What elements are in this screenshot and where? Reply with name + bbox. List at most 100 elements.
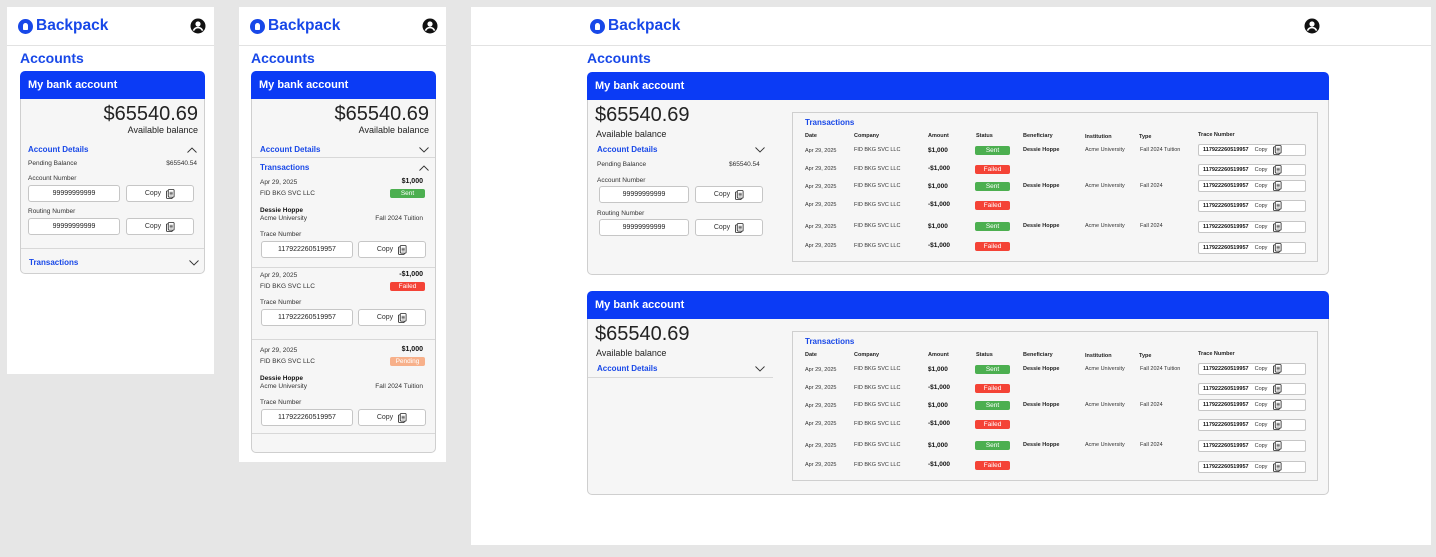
status-badge-failed: Failed <box>975 384 1010 393</box>
account-header[interactable]: My bank account <box>20 71 205 99</box>
trace-number-field[interactable]: 117922260519957 <box>261 309 353 326</box>
status-badge-sent: Sent <box>975 401 1010 410</box>
account-header[interactable]: My bank account <box>251 71 436 99</box>
copy-trace-button[interactable]: Copy <box>358 241 426 258</box>
cell-beneficiary: Dessie Hoppe <box>1023 183 1060 189</box>
user-profile-icon[interactable] <box>422 18 438 34</box>
tx-company: FID BKG SVC LLC <box>260 190 315 197</box>
chevron-down-icon[interactable] <box>189 260 199 266</box>
logo[interactable]: Backpack <box>590 17 680 35</box>
copy-label[interactable]: Copy <box>1255 422 1268 428</box>
desktop-frame: Backpack Accounts My bank account $65540… <box>471 7 1431 545</box>
backpack-logo-icon <box>250 18 265 34</box>
account-details-toggle[interactable]: Account Details <box>597 364 657 373</box>
copy-account-number-button[interactable]: Copy <box>695 186 763 203</box>
copy-account-number-button[interactable]: Copy <box>126 185 194 202</box>
cell-amount: $1,000 <box>928 442 948 449</box>
copy-label[interactable]: Copy <box>1255 167 1268 173</box>
account-number-field[interactable]: 99999999999 <box>599 186 689 203</box>
logo[interactable]: Backpack <box>250 17 340 35</box>
chevron-up-icon[interactable] <box>419 165 429 171</box>
copy-icon[interactable] <box>1273 181 1282 191</box>
copy-icon[interactable] <box>1273 420 1282 430</box>
copy-label[interactable]: Copy <box>1255 224 1268 230</box>
cell-institution: Acme University <box>1085 442 1125 448</box>
trace-number-cell[interactable]: 117922260519957 Copy <box>1198 399 1306 411</box>
copy-label[interactable]: Copy <box>1255 366 1268 372</box>
copy-label[interactable]: Copy <box>1255 245 1268 251</box>
copy-label[interactable]: Copy <box>1255 386 1268 392</box>
account-header[interactable]: My bank account <box>587 72 1329 100</box>
account-card: $65540.69 Available balance Account Deta… <box>251 99 436 453</box>
copy-icon[interactable] <box>1273 222 1282 232</box>
chevron-down-icon[interactable] <box>755 147 765 153</box>
copy-icon[interactable] <box>1273 243 1282 253</box>
top-bar: Backpack <box>471 7 1431 46</box>
copy-icon <box>166 222 175 232</box>
cell-company: FID BKG SVC LLC <box>854 421 901 427</box>
account-header[interactable]: My bank account <box>587 291 1329 319</box>
account-number-field[interactable]: 99999999999 <box>28 185 120 202</box>
copy-label: Copy <box>144 190 162 197</box>
divider <box>588 377 773 378</box>
transactions-toggle[interactable]: Transactions <box>260 163 309 172</box>
trace-number-cell[interactable]: 117922260519957 Copy <box>1198 461 1306 473</box>
account-details-toggle[interactable]: Account Details <box>597 145 657 154</box>
user-profile-icon[interactable] <box>190 18 206 34</box>
trace-number-cell[interactable]: 117922260519957 Copy <box>1198 221 1306 233</box>
trace-number-field[interactable]: 117922260519957 <box>261 241 353 258</box>
copy-label[interactable]: Copy <box>1255 443 1268 449</box>
chevron-up-icon[interactable] <box>187 147 197 153</box>
trace-number-cell[interactable]: 117922260519957 Copy <box>1198 383 1306 395</box>
status-badge-failed: Failed <box>975 420 1010 429</box>
copy-icon <box>166 189 175 199</box>
copy-trace-button[interactable]: Copy <box>358 409 426 426</box>
cell-amount: -$1,000 <box>928 242 951 249</box>
transactions-table-panel: Transactions Date Company Amount Status … <box>792 112 1318 262</box>
trace-number-cell[interactable]: 117922260519957 Copy <box>1198 180 1306 192</box>
copy-icon[interactable] <box>1273 384 1282 394</box>
cell-type: Fall 2024 <box>1140 183 1163 189</box>
trace-number-cell[interactable]: 117922260519957 Copy <box>1198 440 1306 452</box>
backpack-logo-icon <box>18 18 33 34</box>
copy-trace-button[interactable]: Copy <box>358 309 426 326</box>
chevron-down-icon[interactable] <box>419 147 429 153</box>
account-details-toggle[interactable]: Account Details <box>260 145 320 154</box>
cell-amount: $1,000 <box>928 183 948 190</box>
copy-label[interactable]: Copy <box>1255 464 1268 470</box>
copy-icon[interactable] <box>1273 364 1282 374</box>
cell-amount: -$1,000 <box>928 420 951 427</box>
tx-date: Apr 29, 2025 <box>260 272 298 279</box>
cell-date: Apr 29, 2025 <box>805 202 837 208</box>
routing-number-field[interactable]: 99999999999 <box>28 218 120 235</box>
account-card: $65540.69 Available balance Account Deta… <box>20 99 205 274</box>
transactions-toggle[interactable]: Transactions <box>29 258 78 267</box>
copy-icon[interactable] <box>1273 201 1282 211</box>
copy-label[interactable]: Copy <box>1255 183 1268 189</box>
trace-number-cell[interactable]: 117922260519957 Copy <box>1198 363 1306 375</box>
routing-number-field[interactable]: 99999999999 <box>599 219 689 236</box>
col-trace-number: Trace Number <box>1198 132 1235 138</box>
copy-routing-number-button[interactable]: Copy <box>126 218 194 235</box>
status-badge-failed: Failed <box>975 242 1010 251</box>
trace-number-cell[interactable]: 117922260519957 Copy <box>1198 419 1306 431</box>
copy-label[interactable]: Copy <box>1255 402 1268 408</box>
trace-number-cell[interactable]: 117922260519957 Copy <box>1198 242 1306 254</box>
trace-number-cell[interactable]: 117922260519957 Copy <box>1198 164 1306 176</box>
copy-label[interactable]: Copy <box>1255 203 1268 209</box>
copy-icon[interactable] <box>1273 145 1282 155</box>
trace-number-cell[interactable]: 117922260519957 Copy <box>1198 200 1306 212</box>
copy-icon[interactable] <box>1273 400 1282 410</box>
copy-icon[interactable] <box>1273 165 1282 175</box>
cell-date: Apr 29, 2025 <box>805 148 837 154</box>
chevron-down-icon[interactable] <box>755 366 765 372</box>
logo[interactable]: Backpack <box>18 17 108 35</box>
copy-routing-number-button[interactable]: Copy <box>695 219 763 236</box>
trace-number-cell[interactable]: 117922260519957 Copy <box>1198 144 1306 156</box>
copy-label[interactable]: Copy <box>1255 147 1268 153</box>
trace-number-field[interactable]: 117922260519957 <box>261 409 353 426</box>
copy-icon[interactable] <box>1273 462 1282 472</box>
account-details-toggle[interactable]: Account Details <box>28 145 88 154</box>
user-profile-icon[interactable] <box>1304 18 1320 34</box>
copy-icon[interactable] <box>1273 441 1282 451</box>
